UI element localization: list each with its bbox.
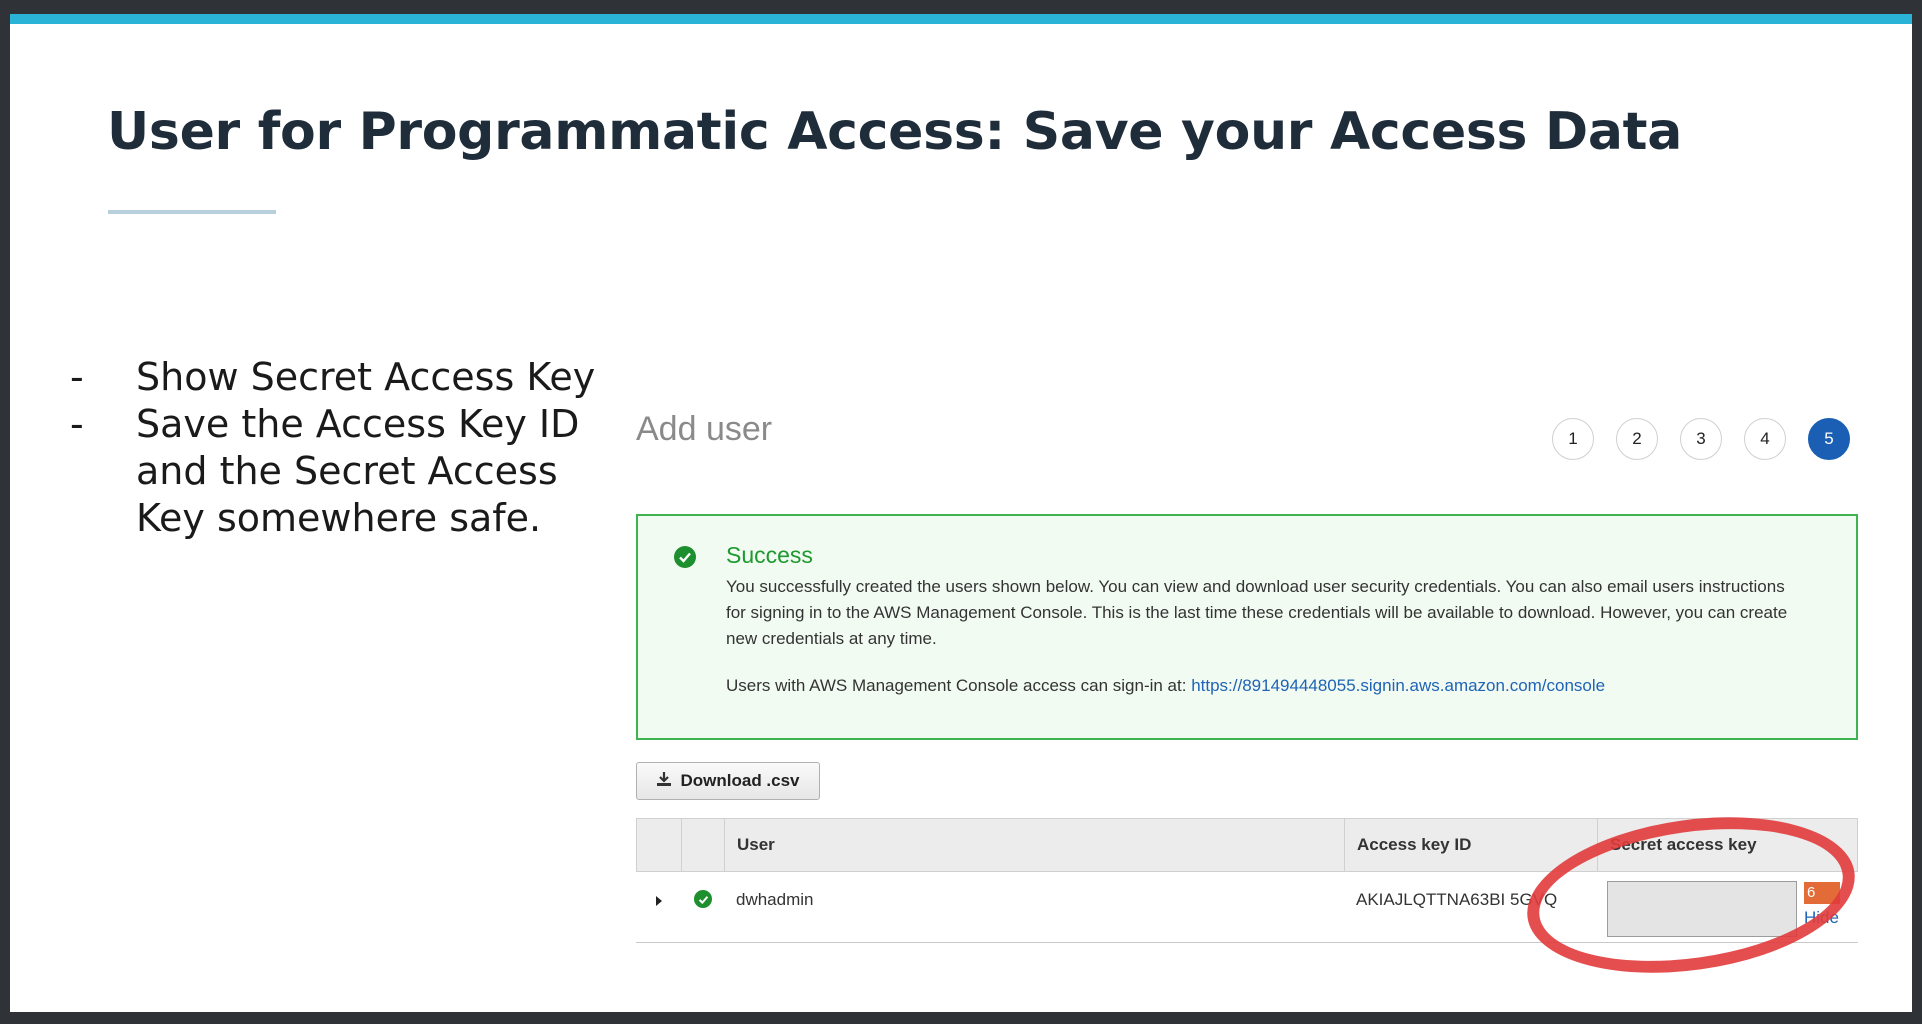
console-signin-link[interactable]: https://891494448055.signin.aws.amazon.c… <box>1191 676 1605 695</box>
header-expand <box>637 819 682 871</box>
signin-info: Users with AWS Management Console access… <box>726 676 1605 696</box>
add-user-title: Add user <box>636 410 773 448</box>
success-message: You successfully created the users shown… <box>726 577 1788 648</box>
step-2[interactable]: 2 <box>1616 418 1658 460</box>
bullet-list: - Show Secret Access Key - Save the Access… <box>70 354 630 542</box>
header-status <box>682 819 725 871</box>
download-label: Download .csv <box>680 771 800 790</box>
step-3[interactable]: 3 <box>1680 418 1722 460</box>
step-indicator: 1 2 3 4 5 <box>1552 418 1850 460</box>
step-4[interactable]: 4 <box>1744 418 1786 460</box>
signin-prefix: Users with AWS Management Console access… <box>726 676 1192 695</box>
check-circle-icon <box>674 546 696 568</box>
download-icon <box>656 771 672 792</box>
title-underline <box>108 210 276 214</box>
step-1[interactable]: 1 <box>1552 418 1594 460</box>
success-title: Success <box>726 542 813 568</box>
user-status-check-icon <box>694 890 712 908</box>
bullet-item: - Show Secret Access Key <box>70 355 596 399</box>
download-csv-button[interactable]: Download .csv <box>636 762 820 800</box>
success-alert: Success You successfully created the use… <box>636 514 1858 740</box>
expand-caret-icon[interactable] <box>654 892 664 912</box>
bullet-item: - Save the Access Key ID and the Secret A… <box>70 402 580 540</box>
step-5-active[interactable]: 5 <box>1808 418 1850 460</box>
header-user: User <box>725 819 1345 871</box>
user-name: dwhadmin <box>736 890 814 909</box>
slide-title: User for Programmatic Access: Save your … <box>107 102 1683 162</box>
